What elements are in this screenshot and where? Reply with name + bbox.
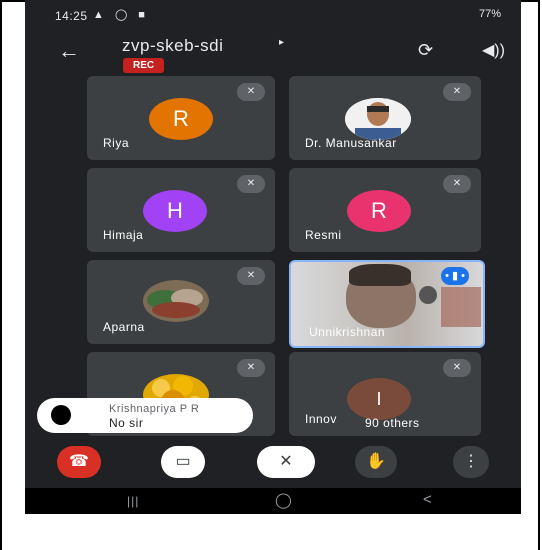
profile-photo-icon bbox=[345, 98, 411, 140]
frame-line-right bbox=[538, 0, 540, 550]
chat-message-toast[interactable]: Krishnapriya P R No sir bbox=[37, 398, 253, 433]
avatar: H bbox=[143, 190, 207, 232]
recent-apps-icon[interactable]: ||| bbox=[127, 494, 139, 508]
participant-name: Unnikrishnan bbox=[309, 325, 386, 339]
meeting-code[interactable]: zvp-skeb-sdi bbox=[122, 36, 223, 56]
profile-photo-icon bbox=[143, 280, 209, 322]
avatar: R bbox=[347, 190, 411, 232]
status-notification-icons: ▲ ◯ ■ bbox=[93, 9, 149, 21]
frame-line-left bbox=[0, 0, 2, 550]
mic-off-icon: ✕ bbox=[443, 359, 471, 377]
participant-tile-himaja[interactable]: ✕ H Himaja bbox=[87, 168, 275, 252]
phone-screen: 14:25 ▲ ◯ ■ 77% ← zvp-skeb-sdi ▸ REC ⟳ ◀… bbox=[25, 0, 521, 514]
status-time: 14:25 bbox=[55, 9, 88, 23]
participant-tile-manusankar[interactable]: ✕ Dr. Manusankar bbox=[289, 76, 481, 160]
raise-hand-button[interactable]: ✋ bbox=[355, 446, 397, 478]
more-options-button[interactable]: ⋮ bbox=[453, 446, 489, 478]
headset-icon bbox=[419, 286, 437, 304]
mic-toggle-button[interactable]: ✕ bbox=[257, 446, 315, 478]
video-background bbox=[441, 287, 481, 327]
avatar bbox=[345, 98, 411, 140]
participant-name: Dr. Manusankar bbox=[305, 136, 397, 150]
speaker-icon[interactable]: ◀)) bbox=[482, 40, 505, 60]
participant-tile-aparna[interactable]: ✕ Aparna bbox=[87, 260, 275, 344]
participant-name: Resmi bbox=[305, 228, 342, 242]
system-nav-bar: ||| ◯ < bbox=[25, 488, 521, 514]
switch-camera-icon[interactable]: ⟳ bbox=[418, 40, 433, 61]
mic-off-icon: ✕ bbox=[237, 267, 265, 285]
nav-back-icon[interactable]: < bbox=[423, 491, 432, 508]
participant-tile-unnikrishnan[interactable]: • ▮ • Unnikrishnan bbox=[289, 260, 485, 348]
participant-name: Innov bbox=[305, 412, 337, 426]
toast-message: No sir bbox=[109, 416, 144, 430]
recording-badge: REC bbox=[123, 58, 165, 73]
avatar bbox=[143, 280, 209, 322]
call-controls: ☎ ▭ ✕ ✋ ⋮ bbox=[25, 444, 521, 488]
participant-tile-resmi[interactable]: ✕ R Resmi bbox=[289, 168, 481, 252]
mic-off-icon: ✕ bbox=[237, 83, 265, 101]
toast-sender: Krishnapriya P R bbox=[109, 403, 200, 415]
video-hair bbox=[349, 264, 411, 286]
sender-avatar bbox=[51, 405, 71, 425]
participant-name: Riya bbox=[103, 136, 130, 150]
back-arrow-icon[interactable]: ← bbox=[58, 38, 80, 64]
others-count-badge[interactable]: 90 others bbox=[365, 416, 420, 430]
mic-off-icon: ✕ bbox=[237, 175, 265, 193]
speaking-indicator-icon: • ▮ • bbox=[441, 267, 469, 285]
participant-tile-riya[interactable]: ✕ R Riya bbox=[87, 76, 275, 160]
avatar: I bbox=[347, 378, 411, 420]
avatar: R bbox=[149, 98, 213, 140]
mic-off-icon: ✕ bbox=[443, 83, 471, 101]
mic-off-icon: ✕ bbox=[443, 175, 471, 193]
home-icon[interactable]: ◯ bbox=[275, 491, 292, 509]
participant-name: Aparna bbox=[103, 320, 145, 334]
mic-off-icon: ✕ bbox=[237, 359, 265, 377]
participant-name: Himaja bbox=[103, 228, 144, 242]
end-call-button[interactable]: ☎ bbox=[57, 446, 101, 478]
battery-indicator: 77% bbox=[478, 8, 501, 20]
meeting-header: ← zvp-skeb-sdi ▸ REC ⟳ ◀)) bbox=[25, 30, 521, 78]
camera-toggle-button[interactable]: ▭ bbox=[161, 446, 205, 478]
chevron-right-icon[interactable]: ▸ bbox=[279, 37, 284, 48]
status-bar: 14:25 ▲ ◯ ■ 77% bbox=[25, 0, 521, 32]
